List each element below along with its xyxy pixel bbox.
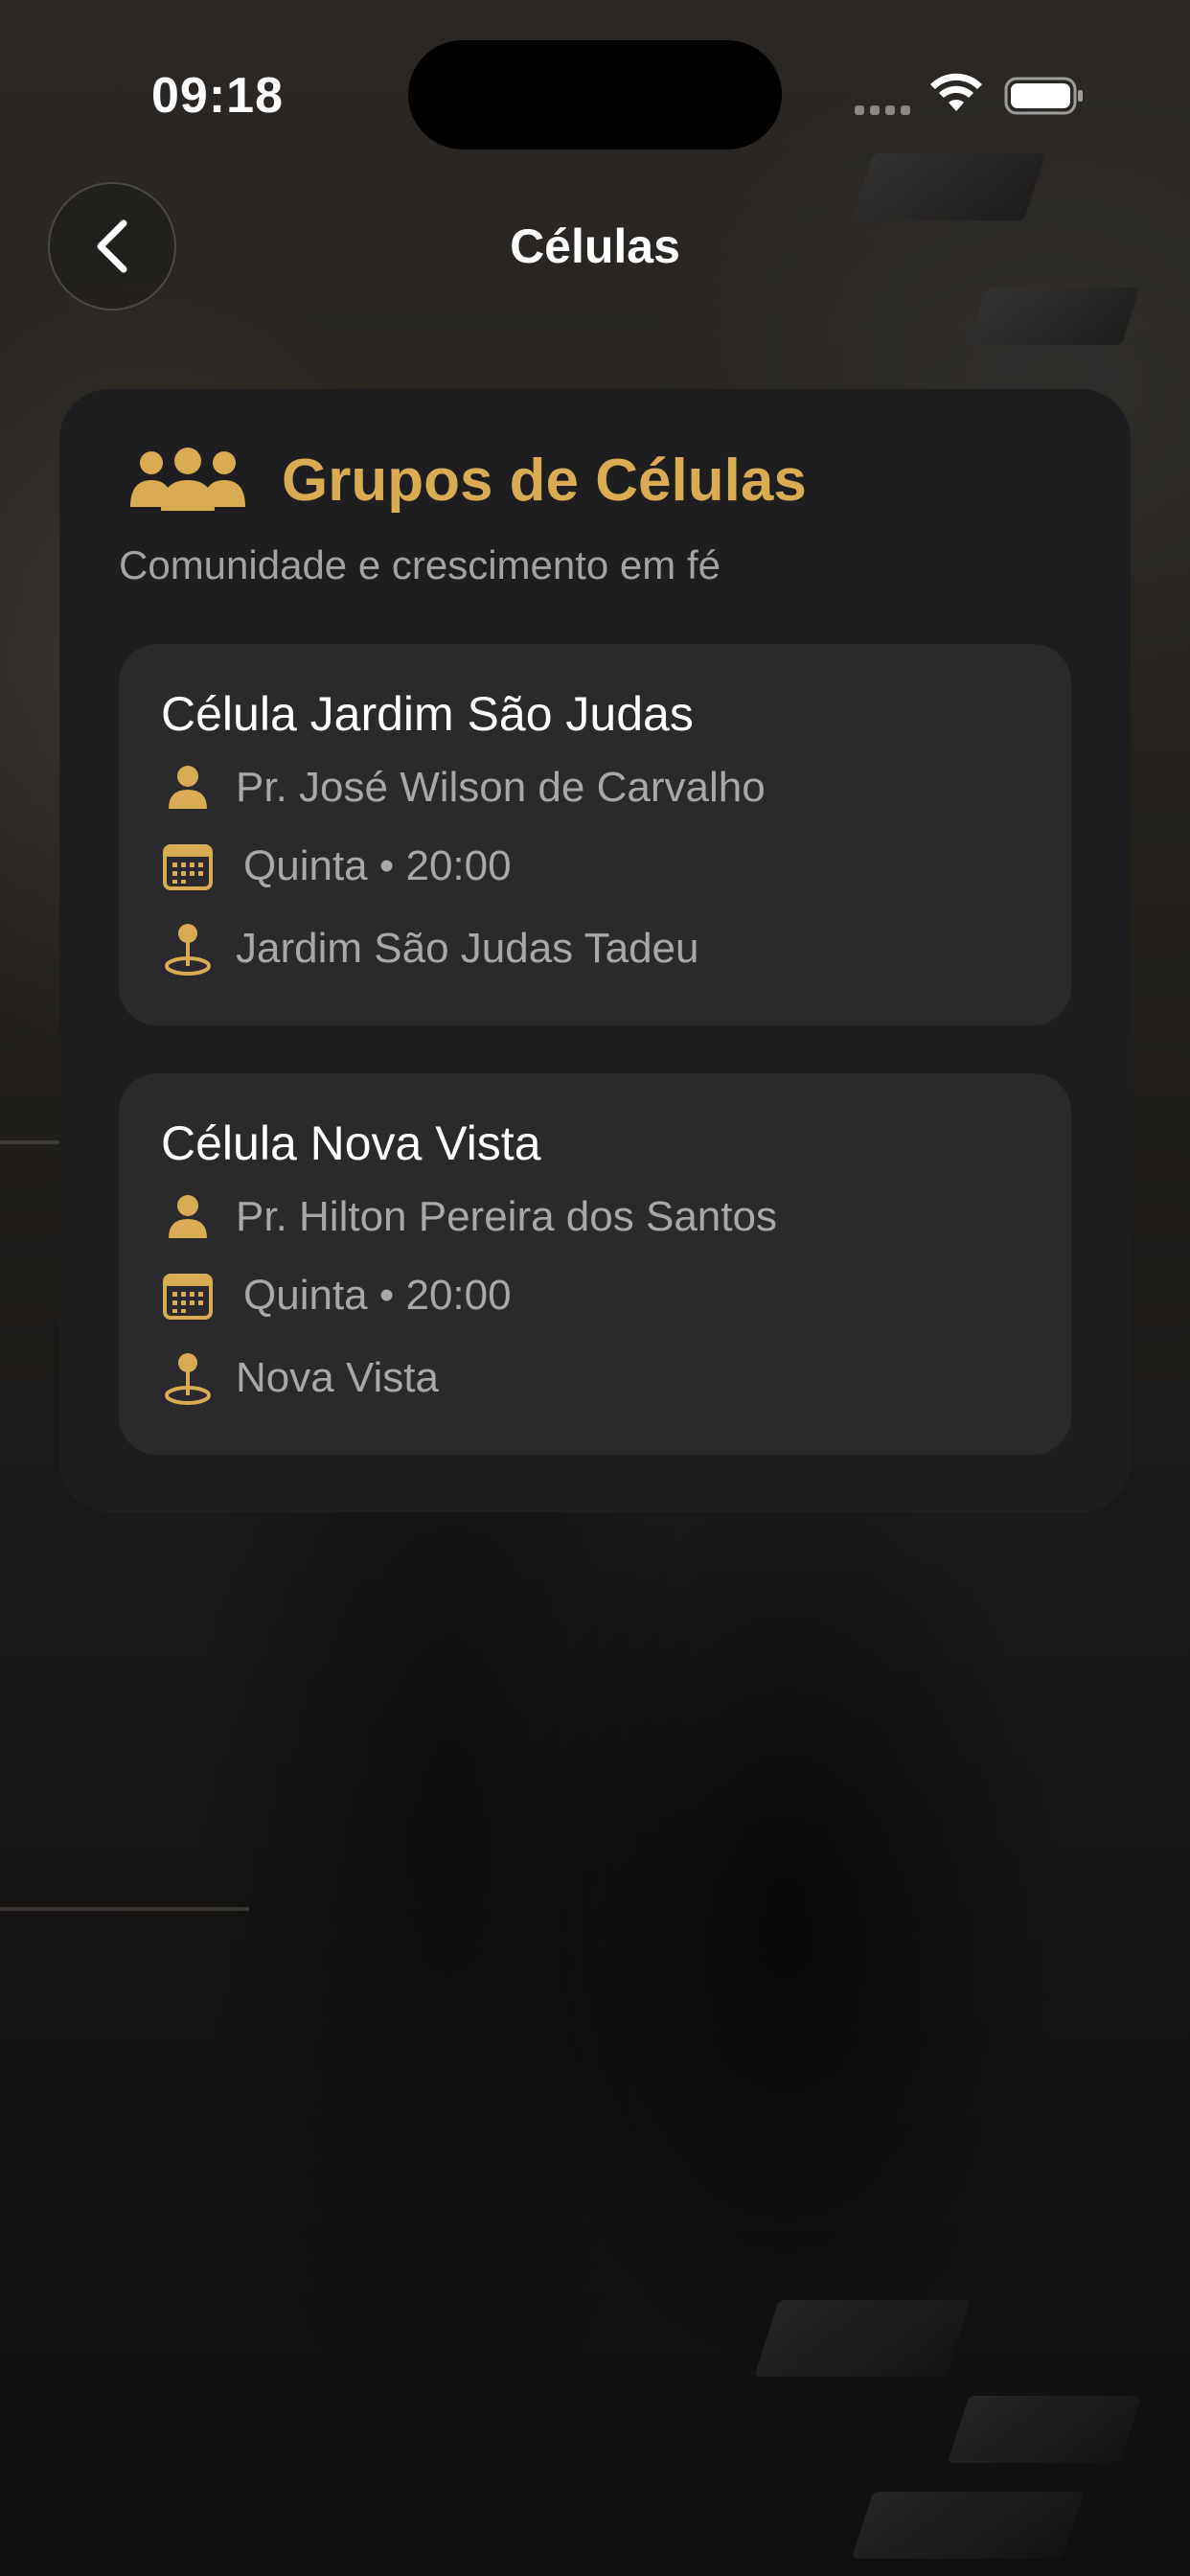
schedule-row: Quinta • 20:00 bbox=[161, 1269, 512, 1322]
calendar-icon bbox=[161, 1269, 215, 1322]
location-text: Nova Vista bbox=[236, 1354, 439, 1401]
group-name: Célula Nova Vista bbox=[161, 1116, 541, 1170]
leader-name: Pr. Hilton Pereira dos Santos bbox=[236, 1193, 777, 1240]
map-pin-icon bbox=[161, 1351, 215, 1405]
people-group-icon bbox=[130, 447, 245, 511]
dynamic-island bbox=[408, 40, 782, 150]
group-item-jardim-sao-judas[interactable]: Célula Jardim São Judas Pr. José Wilson … bbox=[119, 644, 1071, 1025]
calendar-icon bbox=[161, 840, 215, 893]
cellular-signal-icon bbox=[855, 105, 910, 115]
location-row: Nova Vista bbox=[161, 1351, 439, 1405]
location-text: Jardim São Judas Tadeu bbox=[236, 925, 699, 972]
map-pin-icon bbox=[161, 922, 215, 976]
person-icon bbox=[161, 1190, 215, 1244]
card-subtitle: Comunidade e crescimento em fé bbox=[119, 542, 721, 587]
battery-icon bbox=[1004, 77, 1083, 115]
status-time: 09:18 bbox=[151, 68, 284, 124]
schedule-row: Quinta • 20:00 bbox=[161, 840, 512, 893]
schedule-text: Quinta • 20:00 bbox=[243, 842, 512, 889]
group-item-nova-vista[interactable]: Célula Nova Vista Pr. Hilton Pereira dos… bbox=[119, 1073, 1071, 1455]
cell-groups-card: Grupos de Células Comunidade e crescimen… bbox=[59, 389, 1131, 1512]
location-row: Jardim São Judas Tadeu bbox=[161, 922, 698, 976]
leader-row: Pr. José Wilson de Carvalho bbox=[161, 761, 766, 815]
group-name: Célula Jardim São Judas bbox=[161, 687, 694, 741]
card-header: Grupos de Células bbox=[126, 447, 807, 515]
screen: 09:18 Células Grupos de Células Comunida… bbox=[0, 0, 1190, 2576]
schedule-text: Quinta • 20:00 bbox=[243, 1272, 512, 1319]
person-icon bbox=[161, 761, 215, 815]
page-title: Células bbox=[510, 219, 680, 273]
leader-row: Pr. Hilton Pereira dos Santos bbox=[161, 1190, 777, 1244]
wifi-icon bbox=[930, 73, 982, 111]
leader-name: Pr. José Wilson de Carvalho bbox=[236, 764, 766, 811]
card-title: Grupos de Células bbox=[282, 448, 807, 514]
